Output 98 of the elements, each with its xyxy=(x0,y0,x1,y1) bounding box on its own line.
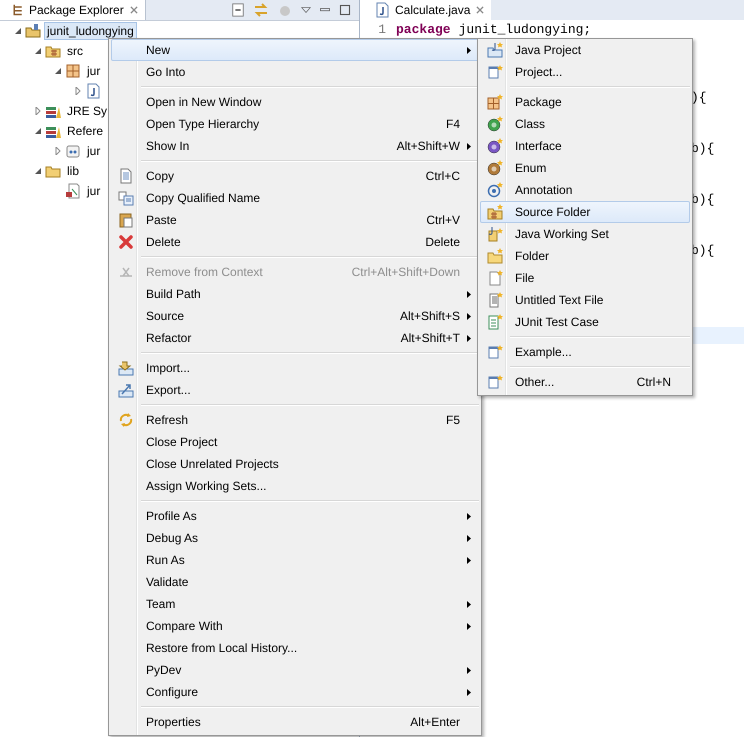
file-icon xyxy=(487,270,503,286)
menu-item[interactable]: Open in New Window xyxy=(111,91,479,113)
menu-item[interactable]: Compare With xyxy=(111,615,479,637)
collapse-arrow-icon[interactable] xyxy=(34,47,42,55)
copy-icon xyxy=(118,190,134,206)
expand-arrow-icon[interactable] xyxy=(54,147,62,155)
editor-tab[interactable]: Calculate.java xyxy=(364,0,492,20)
tree-item[interactable]: jur xyxy=(84,182,104,200)
new-window-icon xyxy=(487,374,503,390)
close-icon xyxy=(475,5,486,15)
expand-arrow-icon[interactable] xyxy=(74,87,82,95)
collapse-arrow-icon[interactable] xyxy=(54,67,62,75)
link-icon xyxy=(253,2,269,18)
collapse-arrow-icon[interactable] xyxy=(34,127,42,135)
working-set-icon xyxy=(487,226,503,242)
package-icon xyxy=(65,63,81,79)
new-window-icon xyxy=(487,344,503,360)
menu-item[interactable]: Folder xyxy=(480,245,690,267)
menu-item[interactable]: PyDev xyxy=(111,659,479,681)
menu-item[interactable]: New xyxy=(111,39,479,61)
folder-icon xyxy=(487,248,503,264)
class-icon xyxy=(487,116,503,132)
view-menu-icon xyxy=(301,5,311,15)
annotation-icon xyxy=(487,182,503,198)
interface-icon xyxy=(487,138,503,154)
view-tab[interactable]: Package Explorer xyxy=(0,0,146,20)
tree-item[interactable]: src xyxy=(64,42,86,60)
menu-item[interactable]: Open Type Hierarchy F4 xyxy=(111,113,479,135)
menu-item[interactable]: Java Project xyxy=(480,39,690,61)
menu-item[interactable]: Example... xyxy=(480,341,690,363)
menu-item[interactable]: Source Alt+Shift+S xyxy=(111,305,479,327)
package-icon xyxy=(487,94,503,110)
menu-item[interactable]: Assign Working Sets... xyxy=(111,475,479,497)
test-case-icon xyxy=(487,314,503,330)
menu-item[interactable]: Show In Alt+Shift+W xyxy=(111,135,479,157)
tree-item[interactable]: junit_ludongying xyxy=(44,22,137,40)
tree-item[interactable]: Refere xyxy=(64,122,106,140)
menu-item[interactable]: Export... xyxy=(111,379,479,401)
menu-item[interactable]: Untitled Text File xyxy=(480,289,690,311)
maximize-icon xyxy=(339,4,351,16)
clipboard-icon xyxy=(118,212,134,228)
menu-item[interactable]: Project... xyxy=(480,61,690,83)
jar-icon xyxy=(65,143,81,159)
line-number: 1 xyxy=(377,22,387,37)
copy-icon xyxy=(118,168,134,184)
menu-item[interactable]: Restore from Local History... xyxy=(111,637,479,659)
menu-item[interactable]: File xyxy=(480,267,690,289)
menu-item[interactable]: Import... xyxy=(111,357,479,379)
menu-item[interactable]: Source Folder xyxy=(480,201,690,223)
refresh-icon xyxy=(118,412,134,428)
menu-item[interactable]: JUnit Test Case xyxy=(480,311,690,333)
expand-arrow-icon[interactable] xyxy=(34,107,42,115)
export-icon xyxy=(118,382,134,398)
project-folder-icon xyxy=(487,42,503,58)
collapse-arrow-icon[interactable] xyxy=(34,167,42,175)
import-icon xyxy=(118,360,134,376)
menu-item[interactable]: Build Path xyxy=(111,283,479,305)
source-folder-icon xyxy=(487,204,503,220)
java-file-icon xyxy=(374,2,390,18)
menu-item[interactable]: Copy Ctrl+C xyxy=(111,165,479,187)
delete-icon xyxy=(118,234,134,250)
menu-item[interactable]: Configure xyxy=(111,681,479,703)
enum-icon xyxy=(487,160,503,176)
menu-item[interactable]: Class xyxy=(480,113,690,135)
menu-item[interactable]: Enum xyxy=(480,157,690,179)
tree-item[interactable]: lib xyxy=(64,162,82,180)
code-text: ){ xyxy=(691,90,707,105)
archive-file-icon xyxy=(65,183,81,199)
menu-item[interactable]: Go Into xyxy=(111,61,479,83)
menu-item[interactable]: Team xyxy=(111,593,479,615)
menu-item[interactable]: Run As xyxy=(111,549,479,571)
menu-item[interactable]: Package xyxy=(480,91,690,113)
menu-item[interactable]: Delete Delete xyxy=(111,231,479,253)
new-window-icon xyxy=(487,64,503,80)
menu-item[interactable]: Refactor Alt+Shift+T xyxy=(111,327,479,349)
menu-item[interactable]: Profile As xyxy=(111,505,479,527)
collapse-arrow-icon[interactable] xyxy=(14,27,22,35)
menu-item[interactable]: Annotation xyxy=(480,179,690,201)
menu-item[interactable]: Close Project xyxy=(111,431,479,453)
collapse-all-icon xyxy=(231,3,245,17)
menu-item[interactable]: Debug As xyxy=(111,527,479,549)
java-file-icon xyxy=(85,83,101,99)
menu-item[interactable]: Validate xyxy=(111,571,479,593)
menu-item[interactable]: Refresh F5 xyxy=(111,409,479,431)
tree-item[interactable]: jur xyxy=(84,142,104,160)
menu-item[interactable]: Close Unrelated Projects xyxy=(111,453,479,475)
menu-item[interactable]: Copy Qualified Name xyxy=(111,187,479,209)
menu-item[interactable]: Other... Ctrl+N xyxy=(480,371,690,393)
menu-item[interactable]: Interface xyxy=(480,135,690,157)
code-line: package junit_ludongying; xyxy=(396,22,592,37)
menu-item[interactable]: Paste Ctrl+V xyxy=(111,209,479,231)
text-file-icon xyxy=(487,292,503,308)
close-icon xyxy=(128,5,139,15)
project-folder-icon xyxy=(25,23,41,39)
tree-item[interactable]: JRE Sy xyxy=(64,102,110,120)
menu-item[interactable]: Java Working Set xyxy=(480,223,690,245)
menu-item[interactable]: Properties Alt+Enter xyxy=(111,711,479,733)
tree-item[interactable]: jur xyxy=(84,62,104,80)
